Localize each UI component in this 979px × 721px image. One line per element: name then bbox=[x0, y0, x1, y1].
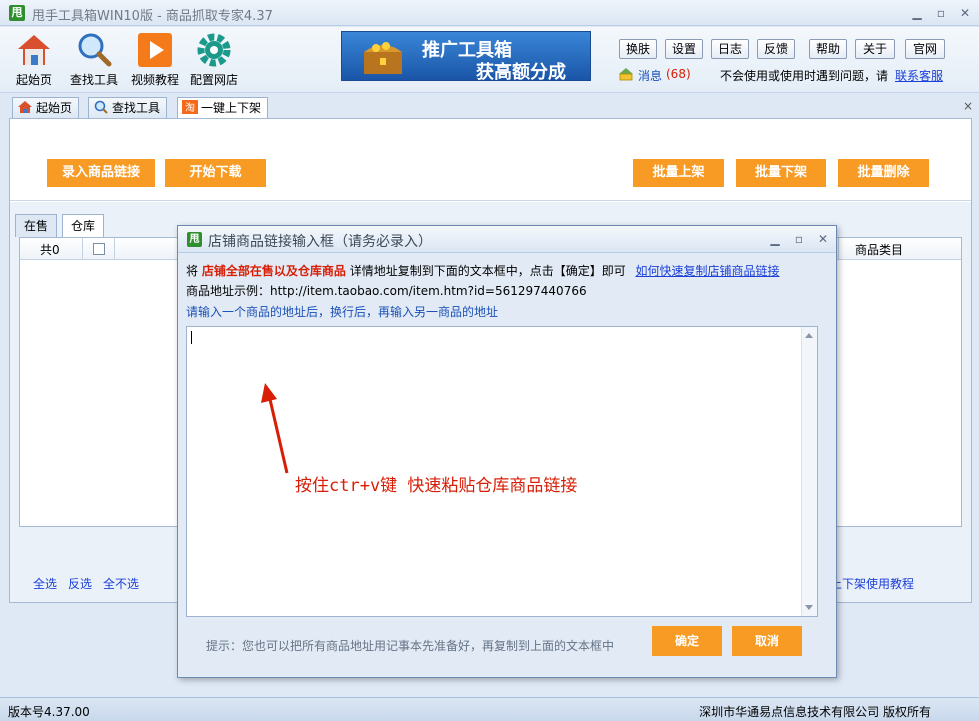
batch-delist-button[interactable]: 批量下架 bbox=[736, 159, 826, 187]
ok-button[interactable]: 确定 bbox=[652, 626, 722, 656]
tutorial-link[interactable]: 上下架使用教程 bbox=[830, 575, 914, 592]
dialog-hint: 提示：您也可以把所有商品地址用记事本先准备好，再复制到上面的文本框中 bbox=[206, 639, 615, 653]
toolbar-item-label: 查找工具 bbox=[70, 73, 119, 87]
tab-label: 起始页 bbox=[36, 101, 73, 115]
textarea-scrollbar[interactable] bbox=[801, 327, 817, 616]
help-button[interactable]: 帮助 bbox=[809, 39, 847, 59]
home-icon bbox=[18, 35, 50, 65]
dialog-maximize-button[interactable]: ▫ bbox=[790, 231, 808, 247]
magnifier-icon bbox=[94, 100, 108, 114]
invert-selection-link[interactable]: 反选 bbox=[68, 575, 92, 592]
app-logo-icon: 甩 bbox=[187, 232, 202, 247]
tab-batch-shelf[interactable]: 淘一键上下架 bbox=[177, 97, 269, 119]
maximize-button[interactable]: ▫ bbox=[931, 4, 951, 22]
dialog-instruction-1: 将 店铺全部在售以及仓库商品 详情地址复制到下面的文本框中，点击【确定】即可 如… bbox=[186, 262, 780, 279]
message-icon[interactable] bbox=[618, 67, 634, 81]
cancel-button[interactable]: 取消 bbox=[732, 626, 802, 656]
toolbar-item-label: 配置网店 bbox=[190, 73, 239, 87]
paste-annotation: 按住ctr+v键 快速粘贴仓库商品链接 bbox=[295, 476, 578, 496]
red-arrow-icon bbox=[261, 383, 289, 474]
app-logo-icon: 甩 bbox=[9, 5, 25, 21]
grid-column-divider bbox=[114, 238, 115, 260]
grid-count: 共0 bbox=[40, 243, 60, 257]
skin-button[interactable]: 换肤 bbox=[619, 39, 657, 59]
dialog-title: 店铺商品链接输入框（请务必录入） bbox=[208, 234, 432, 250]
feedback-button[interactable]: 反馈 bbox=[757, 39, 795, 59]
close-button[interactable]: ✕ bbox=[955, 4, 975, 22]
window-title: 甩手工具箱WIN10版 - 商品抓取专家4.37 bbox=[32, 9, 273, 24]
close-tab-icon[interactable]: × bbox=[963, 99, 973, 113]
link-input-dialog: 甩 店铺商品链接输入框（请务必录入） ▁ ▫ ✕ 将 店铺全部在售以及仓库商品 … bbox=[177, 225, 837, 678]
about-button[interactable]: 关于 bbox=[855, 39, 895, 59]
title-bar: 甩 甩手工具箱WIN10版 - 商品抓取专家4.37 ▁ ▫ ✕ bbox=[0, 0, 979, 26]
help-text: 不会使用或使用时遇到问题，请 bbox=[720, 69, 889, 83]
tab-label: 查找工具 bbox=[112, 101, 161, 115]
minimize-button[interactable]: ▁ bbox=[907, 4, 927, 22]
gear-icon bbox=[197, 33, 231, 67]
select-none-link[interactable]: 全不选 bbox=[103, 575, 139, 592]
select-all-link[interactable]: 全选 bbox=[33, 575, 57, 592]
play-icon bbox=[138, 33, 172, 67]
tab-find-tools[interactable]: 查找工具 bbox=[88, 97, 168, 118]
tab-home[interactable]: 起始页 bbox=[12, 97, 80, 118]
toolbar-find-tools-button[interactable]: 查找工具 bbox=[70, 31, 118, 88]
toolbar-video-button[interactable]: 视频教程 bbox=[131, 31, 179, 88]
copy-links-help-link[interactable]: 如何快速复制店铺商品链接 bbox=[636, 264, 780, 278]
subtab-warehouse[interactable]: 仓库 bbox=[62, 214, 105, 238]
subtab-on-sale[interactable]: 在售 bbox=[15, 214, 58, 237]
taobao-icon: 淘 bbox=[182, 100, 198, 114]
dialog-example: 商品地址示例：http://item.taobao.com/item.htm?i… bbox=[186, 284, 587, 298]
copyright-label: 深圳市华通易点信息技术有限公司 版权所有 bbox=[699, 705, 931, 719]
scroll-down-icon[interactable] bbox=[805, 605, 813, 610]
toolbar-home-button[interactable]: 起始页 bbox=[15, 31, 53, 88]
website-button[interactable]: 官网 bbox=[905, 39, 945, 59]
promo-banner[interactable]: 推广工具箱 获高额分成 bbox=[341, 31, 591, 83]
toolbar-config-shop-button[interactable]: 配置网店 bbox=[190, 31, 238, 88]
settings-button[interactable]: 设置 bbox=[665, 39, 703, 59]
import-links-button[interactable]: 录入商品链接 bbox=[47, 159, 155, 187]
dialog-minimize-button[interactable]: ▁ bbox=[766, 231, 784, 247]
status-bar: 版本号4.37.00 深圳市华通易点信息技术有限公司 版权所有 bbox=[0, 697, 979, 721]
instruction-emphasis: 店铺全部在售以及仓库商品 bbox=[201, 264, 346, 278]
text-caret bbox=[191, 331, 192, 344]
column-header-category: 商品类目 bbox=[855, 243, 904, 257]
banner-line-2: 获高额分成 bbox=[476, 62, 566, 83]
main-toolbar: 起始页 查找工具 视频教程 配置网店 推广工具箱 获高额分成 换肤 设置 日志 … bbox=[0, 27, 979, 93]
batch-delete-button[interactable]: 批量删除 bbox=[838, 159, 929, 187]
grid-column-divider bbox=[838, 238, 839, 260]
version-label: 版本号4.37.00 bbox=[8, 705, 90, 719]
links-textarea[interactable]: 按住ctr+v键 快速粘贴仓库商品链接 bbox=[186, 326, 818, 617]
dialog-title-bar: 甩 店铺商品链接输入框（请务必录入） ▁ ▫ ✕ bbox=[178, 226, 836, 253]
grid-column-divider bbox=[82, 238, 83, 260]
log-button[interactable]: 日志 bbox=[711, 39, 749, 59]
start-download-button[interactable]: 开始下载 bbox=[165, 159, 266, 187]
home-icon bbox=[18, 101, 32, 113]
treasure-chest-icon bbox=[364, 42, 402, 74]
action-bar: 录入商品链接 开始下载 批量上架 批量下架 批量删除 bbox=[10, 119, 971, 201]
tab-label: 一键上下架 bbox=[201, 101, 262, 115]
main-tab-strip: 起始页 查找工具 淘一键上下架 × bbox=[0, 94, 979, 119]
select-all-checkbox[interactable] bbox=[93, 243, 105, 255]
instruction-suffix: 详情地址复制到下面的文本框中，点击【确定】即可 bbox=[349, 264, 626, 278]
scroll-up-icon[interactable] bbox=[805, 333, 813, 338]
messages-count: (68) bbox=[666, 67, 691, 81]
messages-label[interactable]: 消息 bbox=[638, 67, 662, 84]
instruction-prefix: 将 bbox=[186, 264, 199, 278]
batch-list-button[interactable]: 批量上架 bbox=[633, 159, 724, 187]
contact-support-link[interactable]: 联系客服 bbox=[895, 67, 943, 84]
dialog-close-button[interactable]: ✕ bbox=[814, 231, 832, 247]
dialog-instruction-3: 请输入一个商品的地址后，换行后，再输入另一商品的地址 bbox=[186, 305, 499, 319]
toolbar-item-label: 视频教程 bbox=[131, 73, 180, 87]
svg-text:淘: 淘 bbox=[185, 101, 195, 114]
magnifier-icon bbox=[78, 33, 112, 67]
toolbar-item-label: 起始页 bbox=[15, 73, 52, 87]
